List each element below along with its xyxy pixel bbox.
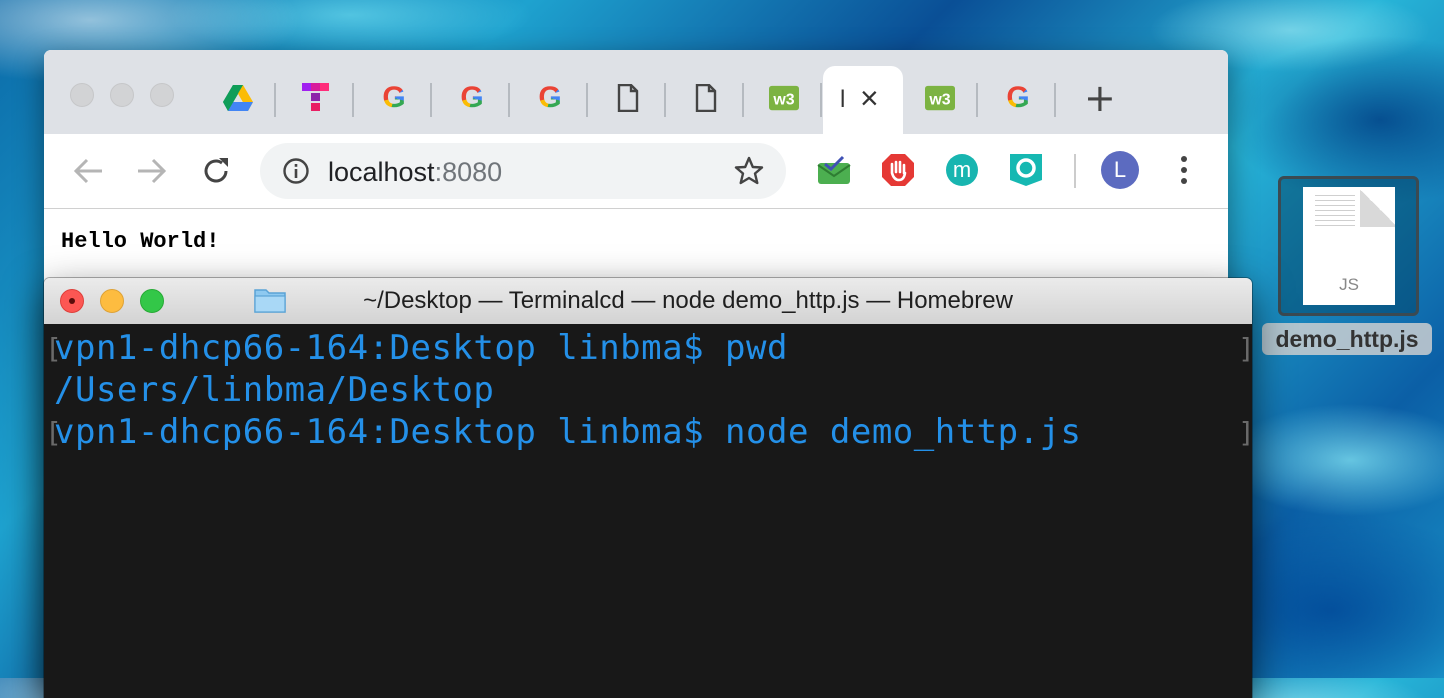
terminal-output[interactable]: [ ] vpn1-dhcp66-164:Desktop linbma$ pwd …	[44, 324, 1252, 698]
close-tab-icon[interactable]: ×	[860, 80, 879, 117]
reload-button[interactable]	[199, 154, 233, 193]
google-icon: G	[538, 81, 562, 114]
google-icon: G	[382, 81, 406, 114]
w3schools-icon: w3	[769, 83, 799, 113]
tab-google-2[interactable]: G	[432, 66, 510, 134]
more-menu-icon[interactable]	[1166, 152, 1202, 188]
line-marker: ]	[1238, 332, 1252, 365]
desktop-file-icon[interactable]: JS	[1278, 176, 1419, 316]
toolbar-divider	[1074, 154, 1076, 188]
terminal-line: vpn1-dhcp66-164:Desktop linbma$ pwd	[54, 328, 788, 368]
tab-google-4[interactable]: G	[978, 66, 1056, 134]
google-icon: G	[1006, 81, 1030, 114]
tab-document-1[interactable]	[588, 66, 666, 134]
mail-tracker-extension-icon[interactable]	[816, 152, 852, 188]
m-extension-label: m	[946, 154, 978, 186]
svg-text:w3: w3	[928, 92, 950, 109]
document-icon	[613, 83, 643, 113]
line-marker: ]	[1238, 416, 1252, 449]
close-dot-icon	[69, 298, 75, 304]
page-fold-icon	[1360, 187, 1395, 227]
tab-google-3[interactable]: G	[510, 66, 588, 134]
minimize-window-button[interactable]	[110, 83, 134, 107]
url-port: :8080	[434, 157, 503, 187]
close-window-button[interactable]	[70, 83, 94, 107]
forward-arrow-icon	[138, 158, 167, 184]
reload-icon	[204, 158, 228, 183]
w3schools-icon: w3	[925, 83, 955, 113]
tab-google-1[interactable]: G	[354, 66, 432, 134]
terminal-line: /Users/linbma/Desktop	[54, 370, 495, 410]
file-type-label: JS	[1339, 275, 1359, 294]
zoom-window-button[interactable]	[150, 83, 174, 107]
terminal-titlebar[interactable]: ~/Desktop — Terminalcd — node demo_http.…	[44, 278, 1252, 325]
tab-document-2[interactable]	[666, 66, 744, 134]
svg-text:w3: w3	[772, 92, 794, 109]
desktop-file-name[interactable]: demo_http.js	[1262, 323, 1432, 355]
terminal-title: ~/Desktop — Terminalcd — node demo_http.…	[363, 287, 1013, 314]
t-logo-icon	[301, 83, 331, 113]
tab-title: l	[840, 86, 846, 113]
browser-toolbar: localhost:8080 m L	[44, 134, 1228, 209]
bookmark-star-icon[interactable]	[734, 156, 764, 191]
tab-localhost-active[interactable]: l ×	[823, 66, 903, 134]
document-icon	[691, 83, 721, 113]
tab-w3schools-1[interactable]: w3	[744, 66, 822, 134]
omnibox[interactable]: localhost:8080	[260, 143, 786, 199]
m-extension-icon[interactable]: m	[944, 152, 980, 188]
url-text[interactable]: localhost:8080	[328, 157, 502, 188]
terminal-window: ~/Desktop — Terminalcd — node demo_http.…	[44, 278, 1252, 698]
new-tab-button[interactable]: +	[1084, 76, 1116, 120]
page-text: Hello World!	[61, 229, 220, 254]
back-button[interactable]	[72, 154, 106, 193]
adblock-extension-icon[interactable]	[880, 152, 916, 188]
terminal-close-button[interactable]	[60, 289, 84, 313]
tab-google-drive[interactable]	[198, 66, 276, 134]
terminal-line: vpn1-dhcp66-164:Desktop linbma$ node dem…	[54, 412, 1082, 452]
tab-w3schools-2[interactable]: w3	[900, 66, 978, 134]
profile-avatar[interactable]: L	[1101, 151, 1139, 189]
forward-button[interactable]	[134, 154, 168, 193]
tab-strip: G G G w3 l × w3 G +	[44, 50, 1228, 134]
info-icon[interactable]	[282, 157, 310, 190]
url-host: localhost	[328, 157, 435, 187]
back-arrow-icon	[73, 158, 102, 184]
document-lines	[1315, 195, 1355, 229]
ring-extension-icon[interactable]	[1008, 152, 1044, 188]
google-drive-icon	[223, 83, 253, 113]
tab-t-site[interactable]	[276, 66, 354, 134]
google-icon: G	[460, 81, 484, 114]
